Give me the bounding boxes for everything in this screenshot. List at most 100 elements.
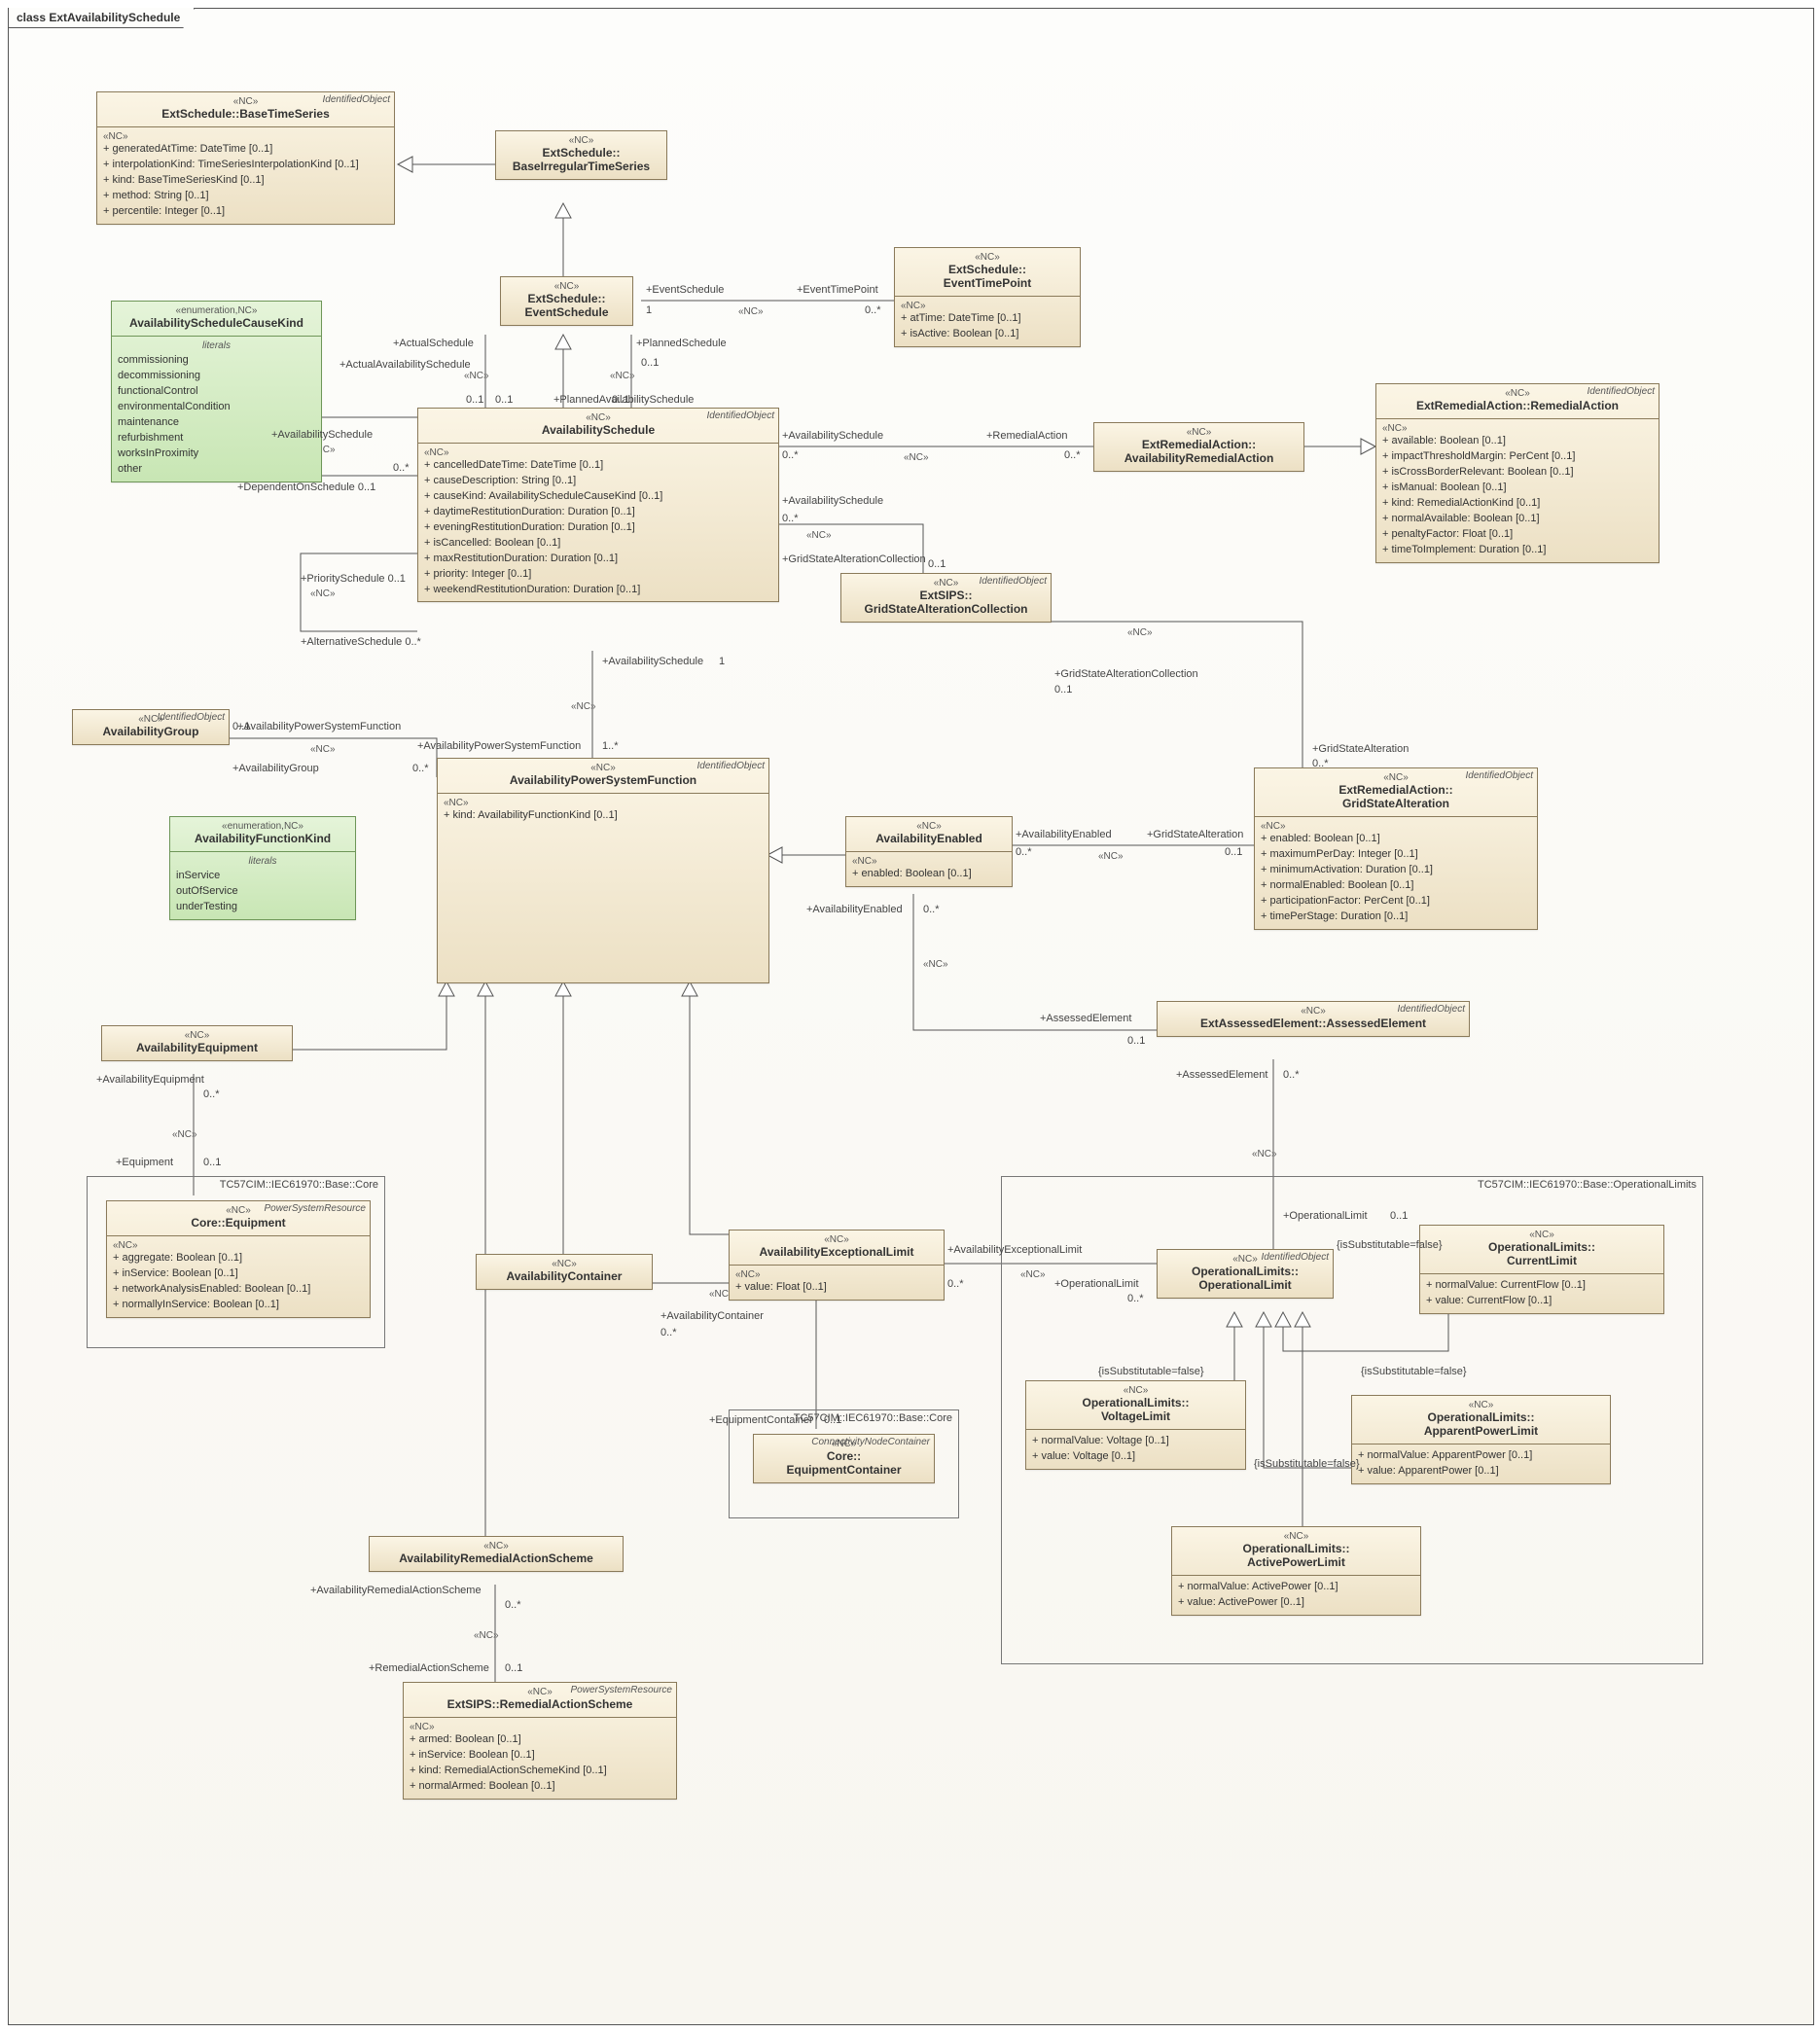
svg-text:«NC»: «NC» xyxy=(310,744,336,755)
class-name: AvailabilityExceptionalLimit xyxy=(733,1245,940,1259)
role-availability-power-system-function: +AvailabilityPowerSystemFunction xyxy=(417,740,581,752)
role-equipment: +Equipment xyxy=(116,1157,173,1168)
role-availability-schedule: +AvailabilitySchedule xyxy=(271,429,373,441)
stereotype: «NC» xyxy=(374,1541,619,1552)
role-grid-state-alteration-collection: +GridStateAlterationCollection xyxy=(782,553,926,565)
mult-0star: 0..* xyxy=(1016,846,1032,858)
diagram-frame: class ExtAvailabilitySchedule «NC» «NC» … xyxy=(8,8,1814,2025)
class-name: AvailabilitySchedule xyxy=(422,423,774,437)
role-equipment-container: +EquipmentContainer xyxy=(709,1414,813,1426)
attr: + timePerStage: Duration [0..1] xyxy=(1261,910,1531,925)
mult-0star: 0..* xyxy=(660,1327,677,1338)
corner-label: ConnectivityNodeContainer xyxy=(811,1437,930,1447)
attr: + maximumPerDay: Integer [0..1] xyxy=(1261,847,1531,863)
class-current-limit: «NC» OperationalLimits:: CurrentLimit + … xyxy=(1419,1225,1664,1314)
role-availability-schedule: +AvailabilitySchedule xyxy=(782,430,883,442)
role-planned-availability-schedule: +PlannedAvailabilitySchedule xyxy=(553,394,694,406)
role-grid-state-alteration: +GridStateAlteration xyxy=(1147,829,1243,840)
role-assessed-element: +AssessedElement xyxy=(1040,1013,1131,1024)
class-remedial-action-scheme: PowerSystemResource «NC» ExtSIPS::Remedi… xyxy=(403,1682,677,1800)
mult-01: 0..1 xyxy=(824,1414,841,1426)
role-event-time-point: +EventTimePoint xyxy=(797,284,878,296)
corner-label: IdentifiedObject xyxy=(697,761,766,771)
section-stereo: «NC» xyxy=(424,447,772,458)
attr: + isCancelled: Boolean [0..1] xyxy=(424,536,772,552)
corner-label: IdentifiedObject xyxy=(707,410,775,421)
attr: + value: ActivePower [0..1] xyxy=(1178,1595,1414,1611)
role-availability-power-system-function: +AvailabilityPowerSystemFunction xyxy=(237,721,401,732)
class-base-time-series: IdentifiedObject «NC» ExtSchedule::BaseT… xyxy=(96,91,395,225)
attr: + generatedAtTime: DateTime [0..1] xyxy=(103,142,388,158)
mult-01: 0..1 xyxy=(1390,1210,1408,1222)
attr: + value: Voltage [0..1] xyxy=(1032,1449,1239,1465)
class-event-time-point: «NC» ExtSchedule:: EventTimePoint «NC» +… xyxy=(894,247,1081,347)
svg-text:«NC»: «NC» xyxy=(310,588,336,599)
class-name: ExtSIPS:: GridStateAlterationCollection xyxy=(845,588,1047,616)
section-label: literals xyxy=(118,340,315,351)
attr: + weekendRestitutionDuration: Duration [… xyxy=(424,583,772,598)
constraint-is-substitutable: {isSubstitutable=false} xyxy=(1337,1239,1443,1251)
mult-0star: 0..* xyxy=(1283,1069,1300,1081)
role-availability-enabled: +AvailabilityEnabled xyxy=(806,904,903,915)
attr: + isCrossBorderRelevant: Boolean [0..1] xyxy=(1382,465,1653,481)
mult-01: 0..1 xyxy=(641,357,659,369)
role-availability-exceptional-limit: +AvailabilityExceptionalLimit xyxy=(947,1244,1082,1256)
class-name: ExtSchedule:: EventTimePoint xyxy=(899,263,1076,290)
mult-0star: 0..* xyxy=(393,462,410,474)
class-name: AvailabilityEquipment xyxy=(106,1041,288,1054)
literal: commissioning xyxy=(118,353,315,369)
role-priority-schedule: +PrioritySchedule 0..1 xyxy=(301,573,406,585)
class-event-schedule: «NC» ExtSchedule:: EventSchedule xyxy=(500,276,633,326)
mult-1: 1 xyxy=(719,656,725,667)
enum-availability-function-kind: «enumeration,NC» AvailabilityFunctionKin… xyxy=(169,816,356,920)
stereotype: «NC» xyxy=(1098,427,1300,438)
section-label: literals xyxy=(176,856,349,867)
corner-label: IdentifiedObject xyxy=(1262,1252,1330,1263)
section-stereo: «NC» xyxy=(444,798,763,808)
svg-text:«NC»: «NC» xyxy=(464,371,489,381)
class-name: ExtRemedialAction:: GridStateAlteration xyxy=(1259,783,1533,810)
role-availability-container: +AvailabilityContainer xyxy=(660,1310,764,1322)
attr: + maxRestitutionDuration: Duration [0..1… xyxy=(424,552,772,567)
corner-label: IdentifiedObject xyxy=(1466,770,1534,781)
attr: + normalValue: ActivePower [0..1] xyxy=(1178,1580,1414,1595)
class-assessed-element: IdentifiedObject «NC» ExtAssessedElement… xyxy=(1157,1001,1470,1037)
mult-0star: 0..* xyxy=(412,763,429,774)
literal: functionalControl xyxy=(118,384,315,400)
class-name: ExtAssessedElement::AssessedElement xyxy=(1161,1016,1465,1030)
stereotype: «NC» xyxy=(899,252,1076,263)
mult-01: 0..1 xyxy=(203,1157,221,1168)
attr: + networkAnalysisEnabled: Boolean [0..1] xyxy=(113,1282,364,1298)
stereotype: «NC» xyxy=(850,821,1008,832)
attr: + percentile: Integer [0..1] xyxy=(103,204,388,220)
stereotype: «NC» xyxy=(505,281,628,292)
corner-label: IdentifiedObject xyxy=(158,712,226,723)
class-availability-exceptional-limit: «NC» AvailabilityExceptionalLimit «NC» +… xyxy=(729,1230,945,1301)
role-alternative-schedule: +AlternativeSchedule 0..* xyxy=(301,636,421,648)
class-voltage-limit: «NC» OperationalLimits:: VoltageLimit + … xyxy=(1025,1380,1246,1470)
mult-0star: 0..* xyxy=(1064,449,1081,461)
class-active-power-limit: «NC» OperationalLimits:: ActivePowerLimi… xyxy=(1171,1526,1421,1616)
role-availability-remedial-action-scheme: +AvailabilityRemedialActionScheme xyxy=(310,1585,482,1596)
role-availability-enabled: +AvailabilityEnabled xyxy=(1016,829,1112,840)
class-name: AvailabilityEnabled xyxy=(850,832,1008,845)
mult-01: 0..1 xyxy=(466,394,483,406)
stereotype: «NC» xyxy=(1424,1230,1659,1240)
attr: + impactThresholdMargin: PerCent [0..1] xyxy=(1382,449,1653,465)
attr: + normallyInService: Boolean [0..1] xyxy=(113,1298,364,1313)
role-operational-limit: +OperationalLimit xyxy=(1054,1278,1139,1290)
mult-0star: 0..* xyxy=(505,1599,521,1611)
svg-text:«NC»: «NC» xyxy=(1252,1149,1277,1159)
class-name: Core::Equipment xyxy=(111,1216,366,1230)
corner-label: PowerSystemResource xyxy=(571,1685,672,1695)
attr: + method: String [0..1] xyxy=(103,189,388,204)
attr: + enabled: Boolean [0..1] xyxy=(852,867,1006,882)
class-grid-state-alteration-collection: IdentifiedObject «NC» ExtSIPS:: GridStat… xyxy=(840,573,1052,623)
literal: outOfService xyxy=(176,884,349,900)
attr: + participationFactor: PerCent [0..1] xyxy=(1261,894,1531,910)
attr: + cancelledDateTime: DateTime [0..1] xyxy=(424,458,772,474)
attr: + eveningRestitutionDuration: Duration [… xyxy=(424,520,772,536)
parcel-label: TC57CIM::IEC61970::Base::Core xyxy=(220,1179,378,1191)
corner-label: IdentifiedObject xyxy=(323,94,391,105)
role-actual-availability-schedule: +ActualAvailabilitySchedule xyxy=(339,359,471,371)
